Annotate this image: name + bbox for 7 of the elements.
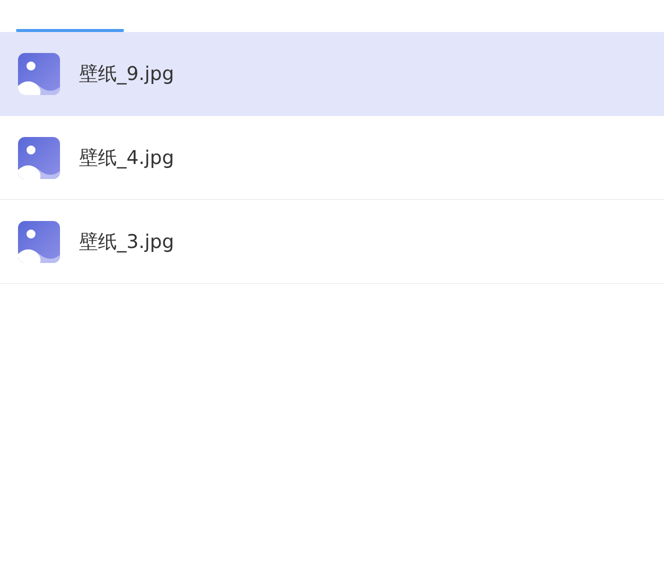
image-icon	[18, 136, 60, 178]
image-icon	[18, 52, 60, 94]
file-row[interactable]: 壁纸_9.jpg	[0, 32, 664, 116]
file-name: 壁纸_3.jpg	[79, 230, 174, 254]
file-name: 壁纸_9.jpg	[79, 62, 174, 86]
image-icon	[18, 220, 60, 262]
file-name: 壁纸_4.jpg	[79, 146, 174, 170]
